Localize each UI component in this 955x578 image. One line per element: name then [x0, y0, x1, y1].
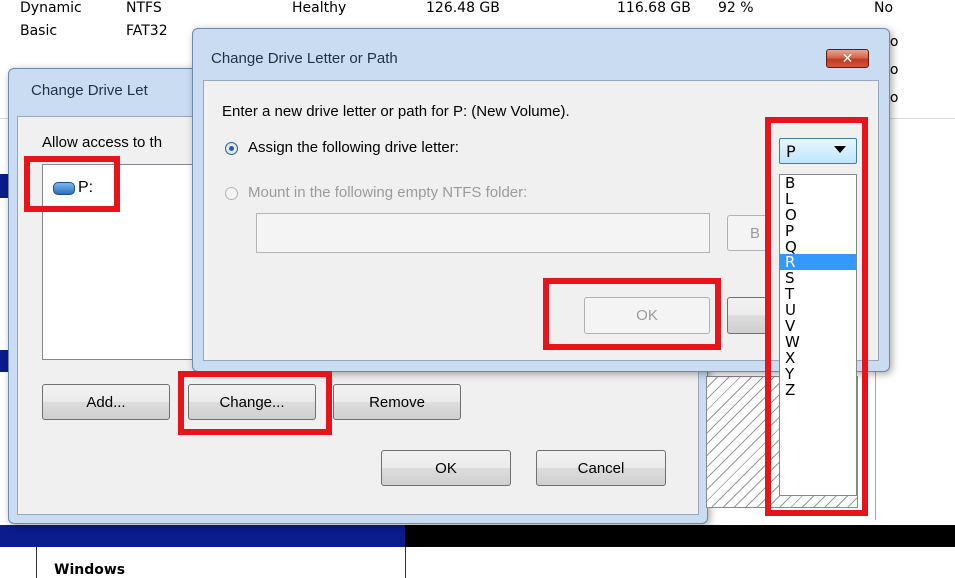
row1-capacity: 126.48 GB: [426, 0, 500, 16]
mount-path-input[interactable]: [256, 213, 710, 253]
outer-ok-button[interactable]: OK: [381, 450, 511, 486]
outer-dialog-description: Allow access to th: [42, 134, 163, 151]
radio-assign-letter[interactable]: [225, 142, 238, 155]
row1-status: Healthy: [292, 0, 347, 16]
radio-mount-label[interactable]: Mount in the following empty NTFS folder…: [248, 184, 527, 201]
highlight-ok-button: [543, 278, 721, 350]
disk-graph-sep-2: [405, 547, 406, 578]
inner-dialog-prompt: Enter a new drive letter or path for P: …: [222, 103, 570, 120]
remove-button[interactable]: Remove: [333, 384, 461, 420]
browse-button[interactable]: B: [727, 215, 767, 251]
row2-fs: FAT32: [126, 23, 168, 39]
outer-cancel-button[interactable]: Cancel: [536, 450, 666, 486]
highlight-change-button: [178, 371, 332, 435]
row2-type: Basic: [20, 23, 58, 39]
row1-free: 116.68 GB: [617, 0, 691, 16]
disk-graph-sep: [36, 547, 37, 578]
highlight-drive-letter-list: [765, 117, 868, 516]
radio-mount-folder[interactable]: [225, 187, 238, 200]
row1-fault: No: [874, 0, 894, 16]
disk-graph-area: [0, 547, 955, 578]
add-button[interactable]: Add...: [42, 384, 170, 420]
radio-assign-label[interactable]: Assign the following drive letter:: [248, 139, 459, 156]
highlight-p-drive: [24, 156, 120, 212]
left-disk-indicator-2: [0, 350, 8, 372]
volume-label-windows: Windows: [54, 562, 126, 578]
row1-type: Dynamic: [20, 0, 82, 16]
close-icon[interactable]: ✕: [826, 49, 869, 68]
disk-graph-header-blue: [0, 525, 405, 547]
radio-selected-dot: [229, 146, 234, 151]
left-disk-indicator: [0, 174, 8, 198]
inner-dialog-title: Change Drive Letter or Path: [211, 50, 398, 67]
outer-dialog-title: Change Drive Let: [31, 82, 148, 99]
row1-fs: NTFS: [126, 0, 162, 16]
inner-cancel-button[interactable]: [727, 297, 767, 334]
row1-pct: 92 %: [718, 0, 754, 16]
